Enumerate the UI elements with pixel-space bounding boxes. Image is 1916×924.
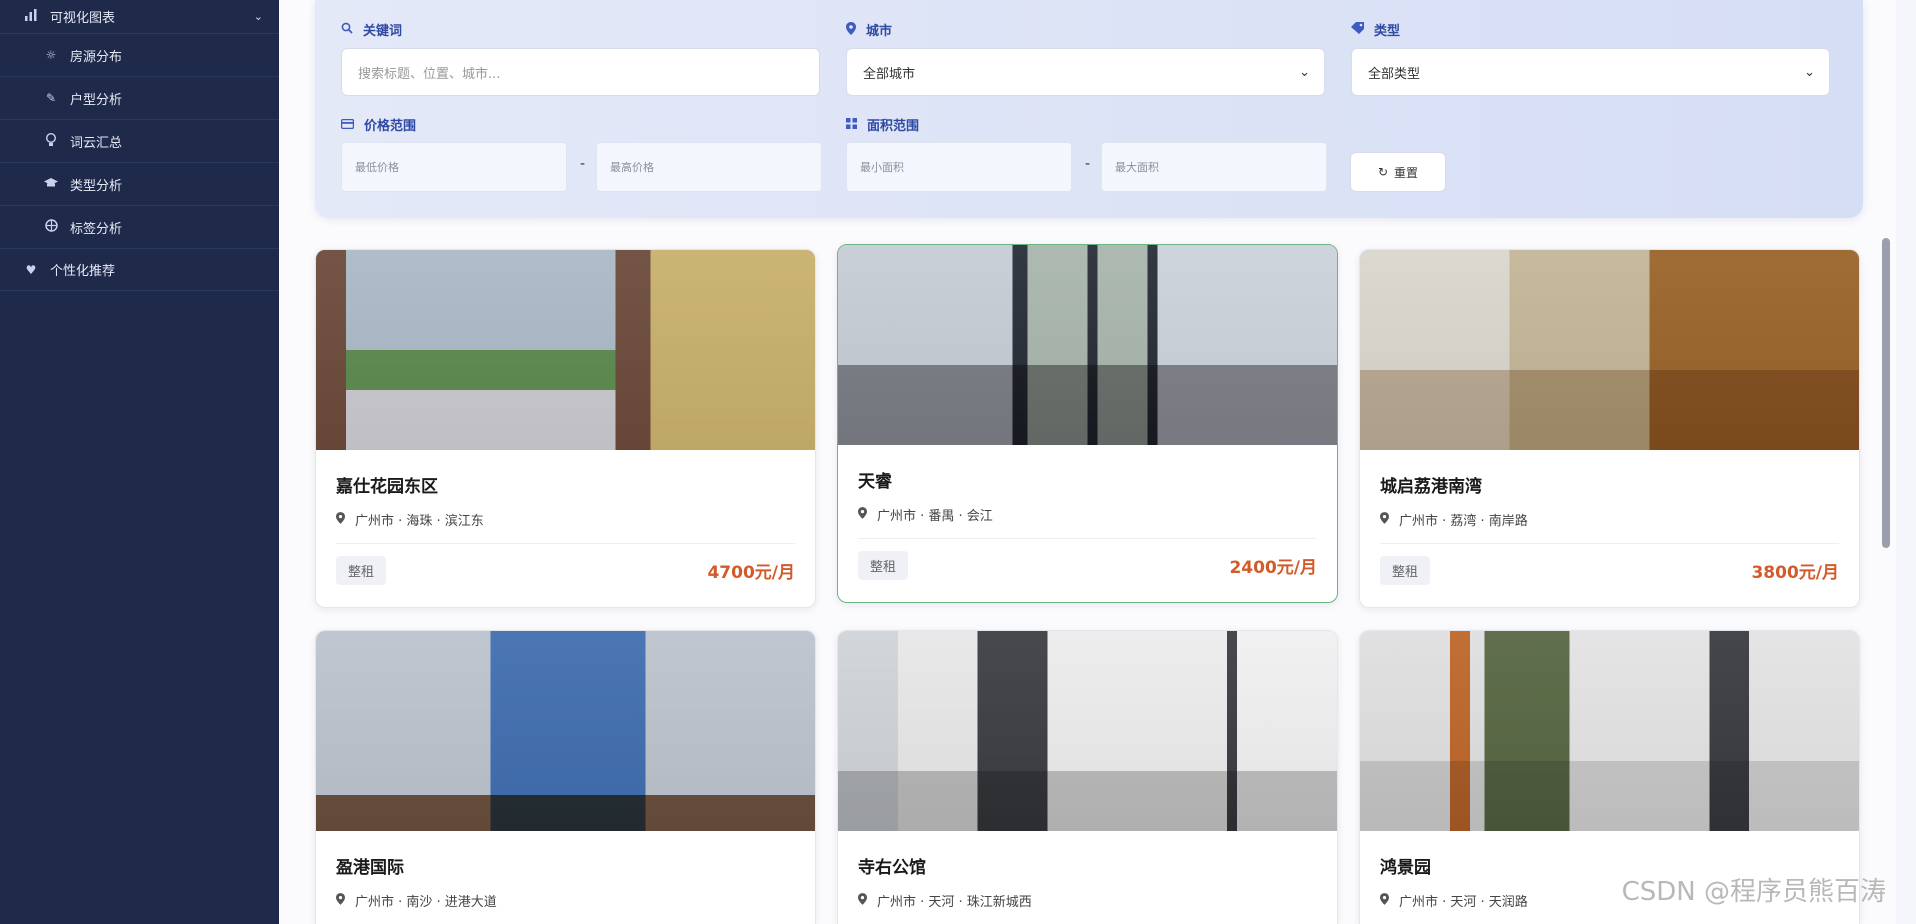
- map-pin-icon: [336, 512, 345, 527]
- type-select[interactable]: 全部类型 ⌄: [1351, 48, 1830, 96]
- city-select[interactable]: 全部城市 ⌄: [846, 48, 1325, 96]
- map-pin-icon: [1380, 893, 1389, 908]
- sidebar-item-label: 个性化推荐: [50, 264, 116, 279]
- credit-card-icon: [340, 118, 355, 132]
- sidebar-item-type[interactable]: 类型分析: [0, 163, 279, 206]
- listing-price: 3800元/月: [1751, 563, 1839, 583]
- search-input[interactable]: 搜索标题、位置、城市...: [341, 48, 820, 96]
- listing-card[interactable]: 天睿 广州市 · 番禺 · 会江 整租 2400元/月: [837, 244, 1338, 603]
- main-content: 关键词 城市 类型 搜索标题、位置、城市... 全部城市 ⌄ 全部类型 ⌄ 价格…: [279, 0, 1896, 924]
- type-label: 类型: [1351, 20, 1400, 39]
- listing-price: 2400元/月: [1229, 558, 1317, 578]
- range-separator: -: [580, 156, 586, 172]
- min-area-input[interactable]: 最小面积: [846, 142, 1072, 192]
- listing-footer: 整租 3800元/月: [1380, 556, 1839, 585]
- listing-photo: [838, 245, 1337, 445]
- reset-button[interactable]: ↻ 重置: [1350, 152, 1446, 192]
- chevron-down-icon: ⌄: [1299, 64, 1310, 80]
- graduation-cap-icon: [42, 177, 60, 192]
- sidebar-item-label: 类型分析: [70, 178, 123, 194]
- sidebar-item-label: 户型分析: [70, 92, 123, 108]
- listing-card[interactable]: 城启荔港南湾 广州市 · 荔湾 · 南岸路 整租 3800元/月: [1359, 249, 1860, 608]
- sidebar-item-recommend[interactable]: ♥ 个性化推荐: [0, 249, 279, 291]
- listing-footer: 整租 4700元/月: [336, 556, 795, 585]
- listing-card[interactable]: 寺右公馆 广州市 · 天河 · 珠江新城西: [837, 630, 1338, 924]
- map-pin-icon: [1380, 512, 1389, 527]
- sidebar-item-label: 可视化图表: [50, 11, 116, 26]
- sidebar-item-label: 标签分析: [70, 221, 123, 237]
- lightbulb-icon: [42, 132, 60, 150]
- sidebar-item-label: 房源分布: [70, 49, 123, 65]
- price-label: 价格范围: [340, 115, 416, 134]
- area-label: 面积范围: [846, 115, 919, 134]
- max-area-input[interactable]: 最大面积: [1101, 142, 1327, 192]
- listing-photo: [838, 631, 1337, 831]
- listing-location: 广州市 · 南沙 · 进港大道: [336, 891, 815, 910]
- listing-photo: [1360, 250, 1859, 450]
- listing-location: 广州市 · 海珠 · 滨江东: [336, 510, 815, 529]
- sidebar-item-charts[interactable]: 可视化图表 ⌄: [0, 0, 279, 34]
- listing-photo: [316, 250, 815, 450]
- keyword-label: 关键词: [341, 20, 402, 39]
- listing-photo: [316, 631, 815, 831]
- map-pin-icon: [858, 507, 867, 522]
- grid-icon: [846, 117, 857, 132]
- listing-photo: [1360, 631, 1859, 831]
- listing-title: 盈港国际: [336, 858, 404, 878]
- map-pin-icon: [846, 21, 856, 38]
- sun-icon: ☼: [45, 48, 57, 62]
- divider: [336, 543, 795, 544]
- rent-type-badge: 整租: [858, 551, 909, 580]
- heart-icon: ♥: [25, 262, 37, 277]
- max-price-input[interactable]: 最高价格: [596, 142, 822, 192]
- listing-location: 广州市 · 番禺 · 会江: [858, 505, 1337, 524]
- divider: [858, 538, 1317, 539]
- listing-location: 广州市 · 荔湾 · 南岸路: [1380, 510, 1859, 529]
- refresh-icon: ↻: [1377, 165, 1389, 179]
- map-pin-icon: [858, 893, 867, 908]
- divider: [1380, 543, 1839, 544]
- listing-title: 城启荔港南湾: [1380, 477, 1482, 497]
- tag-icon: [1351, 22, 1364, 37]
- sidebar-item-layout[interactable]: ✎ 户型分析: [0, 77, 279, 120]
- sidebar-item-label: 词云汇总: [70, 135, 123, 151]
- city-label: 城市: [846, 20, 892, 39]
- listing-title: 嘉仕花园东区: [336, 477, 438, 497]
- rent-type-badge: 整租: [336, 556, 387, 585]
- listing-price: 4700元/月: [707, 563, 795, 583]
- min-price-input[interactable]: 最低价格: [341, 142, 567, 192]
- filter-panel: 关键词 城市 类型 搜索标题、位置、城市... 全部城市 ⌄ 全部类型 ⌄ 价格…: [315, 0, 1863, 218]
- scrollbar-thumb[interactable]: [1882, 238, 1890, 548]
- listing-location: 广州市 · 天河 · 珠江新城西: [858, 891, 1337, 910]
- range-separator: -: [1085, 156, 1091, 172]
- sidebar-item-tags[interactable]: 标签分析: [0, 206, 279, 249]
- search-icon: [341, 22, 353, 37]
- chevron-down-icon[interactable]: ⌄: [254, 10, 263, 23]
- sidebar: 可视化图表 ⌄ ☼ 房源分布 ✎ 户型分析 词云汇总 类型分析 标签分析 ♥ 个…: [0, 0, 279, 924]
- sidebar-item-wordcloud[interactable]: 词云汇总: [0, 120, 279, 163]
- listing-footer: 整租 2400元/月: [858, 551, 1317, 580]
- listing-title: 寺右公馆: [858, 858, 926, 878]
- listing-title: 天睿: [858, 472, 892, 492]
- bar-chart-icon: [22, 9, 40, 24]
- watermark: CSDN @程序员熊百涛: [1621, 877, 1886, 907]
- feather-icon: ✎: [45, 91, 57, 105]
- chevron-down-icon: ⌄: [1804, 64, 1815, 80]
- rent-type-badge: 整租: [1380, 556, 1431, 585]
- listing-card[interactable]: 嘉仕花园东区 广州市 · 海珠 · 滨江东 整租 4700元/月: [315, 249, 816, 608]
- basketball-icon: [42, 219, 60, 235]
- sidebar-item-distribution[interactable]: ☼ 房源分布: [0, 34, 279, 77]
- listing-card[interactable]: 盈港国际 广州市 · 南沙 · 进港大道: [315, 630, 816, 924]
- map-pin-icon: [336, 893, 345, 908]
